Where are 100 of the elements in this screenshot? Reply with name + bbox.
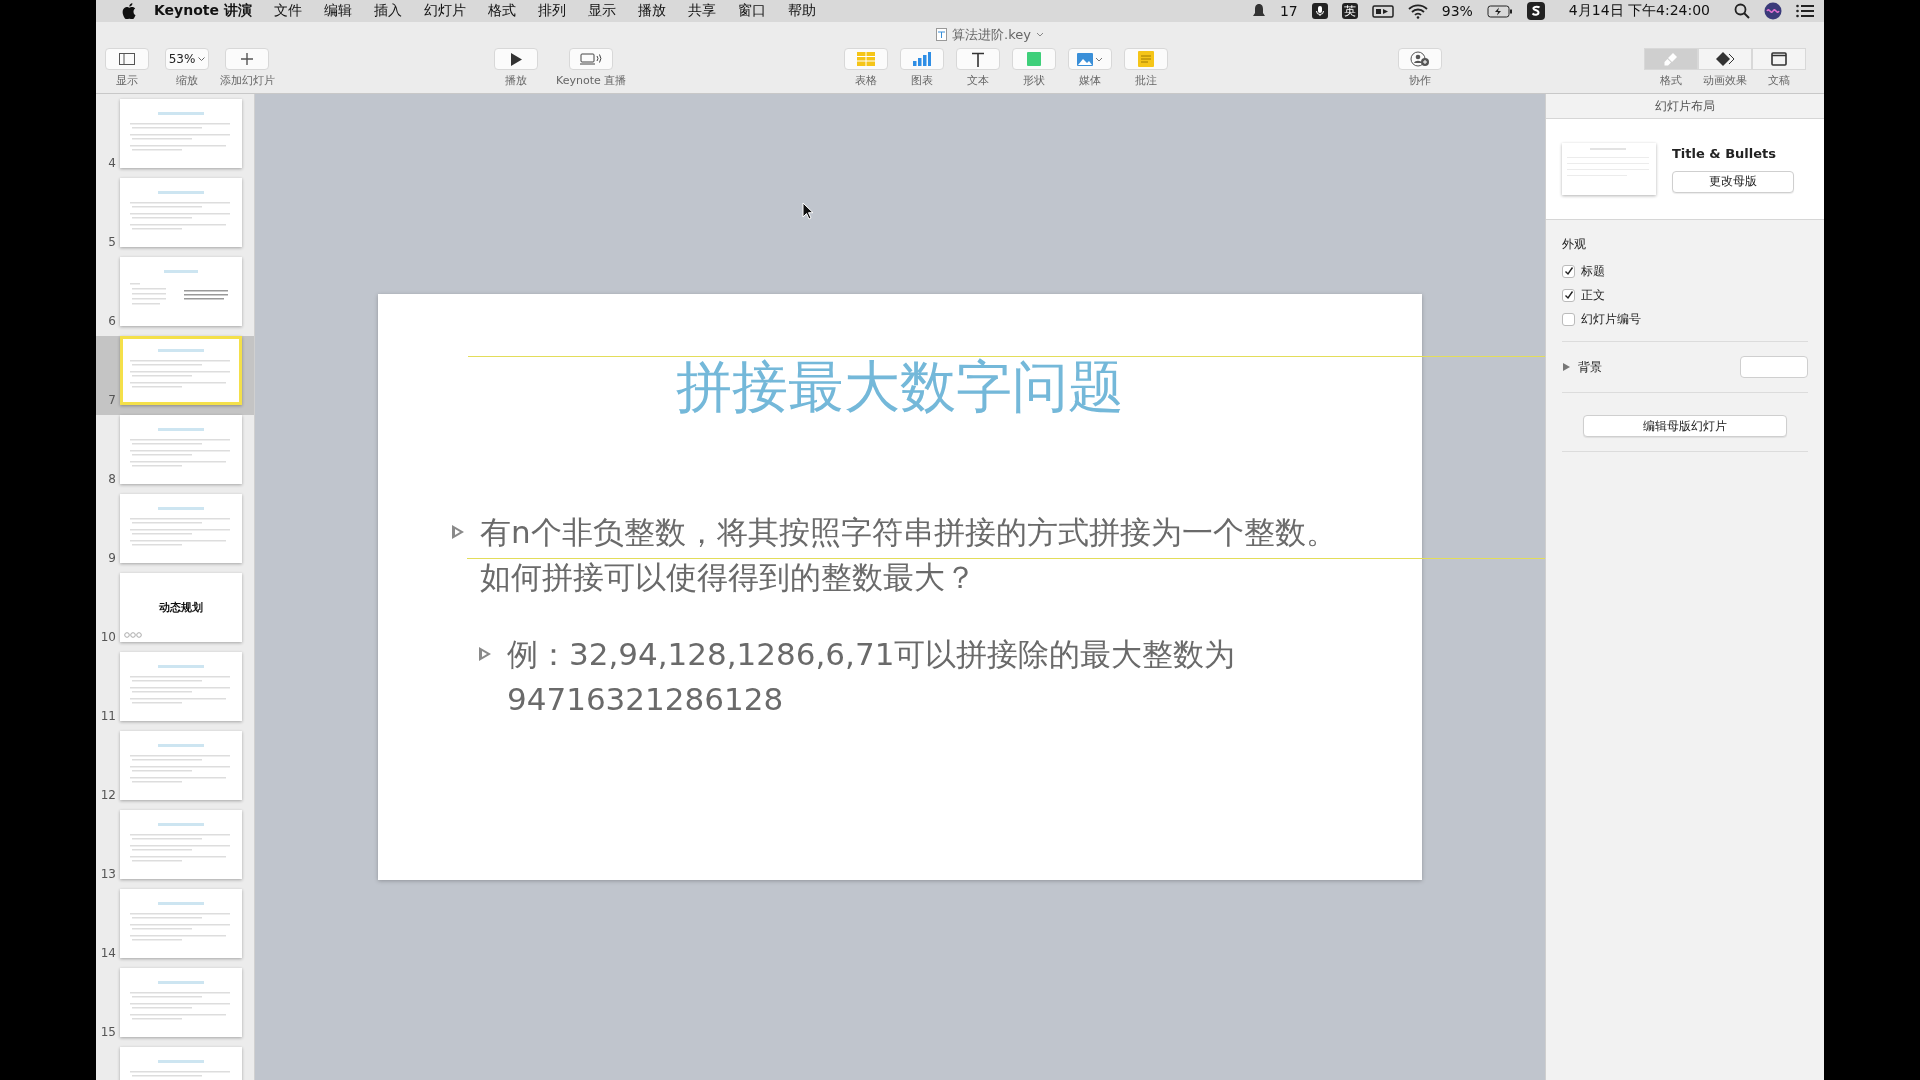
slide-thumbnail[interactable] <box>120 731 242 800</box>
checkbox[interactable] <box>1562 264 1575 278</box>
search-icon[interactable] <box>1734 3 1750 19</box>
slide-number: 14 <box>99 946 116 960</box>
camera-icon[interactable] <box>1371 3 1394 19</box>
collab-toolbar-button[interactable]: 协作 <box>1392 48 1449 88</box>
input-method[interactable]: 英 <box>1341 3 1358 19</box>
slide-row[interactable]: 15 <box>96 968 254 1047</box>
slide-thumbnail[interactable] <box>120 415 242 484</box>
selected-slide-row[interactable]: 7 <box>96 336 254 415</box>
checkbox-label[interactable]: 正文 <box>1581 286 1605 304</box>
play-toolbar-button[interactable]: 播放 <box>488 48 544 88</box>
shape-toolbar-button[interactable]: 形状 <box>1006 48 1063 88</box>
slide-thumbnail[interactable] <box>120 968 242 1037</box>
media-toolbar-button[interactable]: 媒体 <box>1062 48 1119 88</box>
add-toolbar-button[interactable]: 添加幻灯片 <box>219 48 275 88</box>
section-title: 外观 <box>1562 236 1587 253</box>
menu-item[interactable]: 编辑 <box>319 2 356 20</box>
app-menu[interactable]: Keynote 讲演 <box>150 2 256 20</box>
clock[interactable]: 4月14日 下午4:24:00 <box>1568 2 1710 20</box>
square-icon <box>1027 52 1042 66</box>
slide-row[interactable]: 13 <box>96 810 254 889</box>
menu-item[interactable]: 插入 <box>369 2 406 20</box>
slide-number: 6 <box>107 314 116 328</box>
menu-item[interactable]: 格式 <box>483 2 520 20</box>
menu-item[interactable]: 共享 <box>683 2 720 20</box>
document-icon <box>1771 52 1788 66</box>
slide-thumbnail[interactable] <box>120 652 242 721</box>
plus-icon <box>241 53 253 65</box>
battery-icon[interactable] <box>1486 4 1513 18</box>
menu-item[interactable]: 排列 <box>533 2 570 20</box>
table-toolbar-button[interactable]: 表格 <box>838 48 895 88</box>
slide-thumbnail[interactable] <box>120 810 242 879</box>
menu-icon[interactable] <box>1796 4 1814 18</box>
slide-thumbnail[interactable]: 动态规划 <box>120 573 242 642</box>
play-icon <box>510 52 522 66</box>
slide-thumbnail[interactable] <box>120 494 242 563</box>
slide-canvas[interactable]: 拼接最大数字问题 有n个非负整数，将其按照字符串拼接的方式拼接为一个整数。如何拼接可以使得得到的整数最大？ 例：32,94,128,1286,6,71可以拼接除的最大整数为94716321286128 <box>378 294 1422 880</box>
slide-row[interactable]: 11 <box>96 652 254 731</box>
diamond-icon <box>1716 52 1735 66</box>
slide-thumbnail[interactable] <box>120 99 242 168</box>
slide-row[interactable]: 9 <box>96 494 254 573</box>
app-icon[interactable] <box>1526 2 1545 20</box>
slide-number: 4 <box>107 156 116 170</box>
loading-dots-icon <box>124 632 142 638</box>
text-toolbar-button[interactable]: 文本 <box>950 48 1007 88</box>
slide-thumbnail[interactable] <box>120 178 242 247</box>
siri-icon[interactable] <box>1764 2 1782 20</box>
slide-row[interactable]: 8 <box>96 415 254 494</box>
checkbox[interactable] <box>1562 288 1575 302</box>
slide-thumbnail[interactable] <box>120 257 242 326</box>
menu-item[interactable]: 播放 <box>633 2 670 20</box>
background-label[interactable]: 背景 <box>1578 358 1602 376</box>
checkbox-label[interactable]: 标题 <box>1581 262 1605 280</box>
image-icon <box>1077 52 1104 66</box>
bell-icon[interactable] <box>1251 3 1266 19</box>
comment-toolbar-button[interactable]: 批注 <box>1118 48 1175 88</box>
layout-thumbnail[interactable] <box>1562 143 1656 195</box>
document-title: 算法进阶.key <box>936 26 1044 43</box>
table-icon <box>857 52 876 66</box>
thumbnail-title: 动态规划 <box>159 600 203 615</box>
change-master-button[interactable]: 更改母版 <box>1672 170 1794 193</box>
slide-thumbnail[interactable] <box>120 336 242 405</box>
chevron-icon <box>198 56 206 62</box>
slide-row[interactable]: 10 动态规划 <box>96 573 254 652</box>
disclosure-triangle-icon[interactable] <box>1562 363 1570 371</box>
note-icon <box>1138 51 1155 67</box>
slide-row[interactable]: 4 <box>96 99 254 178</box>
color-well[interactable] <box>1740 356 1808 378</box>
bullet-text[interactable]: 有n个非负整数，将其按照字符串拼接的方式拼接为一个整数。如何拼接可以使得得到的整数最大？ <box>480 510 1340 600</box>
checkbox-label[interactable]: 幻灯片编号 <box>1581 310 1641 328</box>
bar-chart-icon <box>913 52 932 66</box>
chart-toolbar-button[interactable]: 图表 <box>894 48 951 88</box>
menu-item[interactable]: 文件 <box>269 2 306 20</box>
microphone-icon[interactable] <box>1311 3 1328 19</box>
add-person-icon <box>1410 51 1431 67</box>
slide-row[interactable]: 12 <box>96 731 254 810</box>
slide-row[interactable]: 6 <box>96 257 254 336</box>
live-toolbar-button[interactable]: Keynote 直播 <box>556 48 627 88</box>
slide-thumbnail[interactable] <box>120 889 242 958</box>
view-toolbar-button[interactable]: 显示 <box>99 48 155 88</box>
bullet-text[interactable]: 例：32,94,128,1286,6,71可以拼接除的最大整数为94716321286128 <box>507 632 1327 722</box>
slide-number: 15 <box>99 1025 116 1039</box>
chevron-icon[interactable] <box>1035 31 1044 38</box>
notification-count: 17 <box>1279 3 1298 19</box>
menu-item[interactable]: 窗口 <box>733 2 770 20</box>
edit-master-slide-button[interactable]: 编辑母版幻灯片 <box>1583 415 1787 437</box>
slide-number: 5 <box>107 235 116 249</box>
zoom-toolbar-button[interactable]: 53% 缩放 <box>159 48 215 88</box>
menu-item[interactable]: 显示 <box>583 2 620 20</box>
sidebar-icon <box>119 53 135 65</box>
slide-row[interactable]: 14 <box>96 889 254 968</box>
checkbox[interactable] <box>1562 312 1575 326</box>
wifi-icon[interactable] <box>1407 3 1428 19</box>
slide-number: 8 <box>107 472 116 486</box>
apple-icon[interactable] <box>122 3 136 19</box>
menu-item[interactable]: 帮助 <box>783 2 820 20</box>
slide-row[interactable]: 5 <box>96 178 254 257</box>
keynote-file-icon <box>936 28 948 41</box>
menu-item[interactable]: 幻灯片 <box>419 2 470 20</box>
